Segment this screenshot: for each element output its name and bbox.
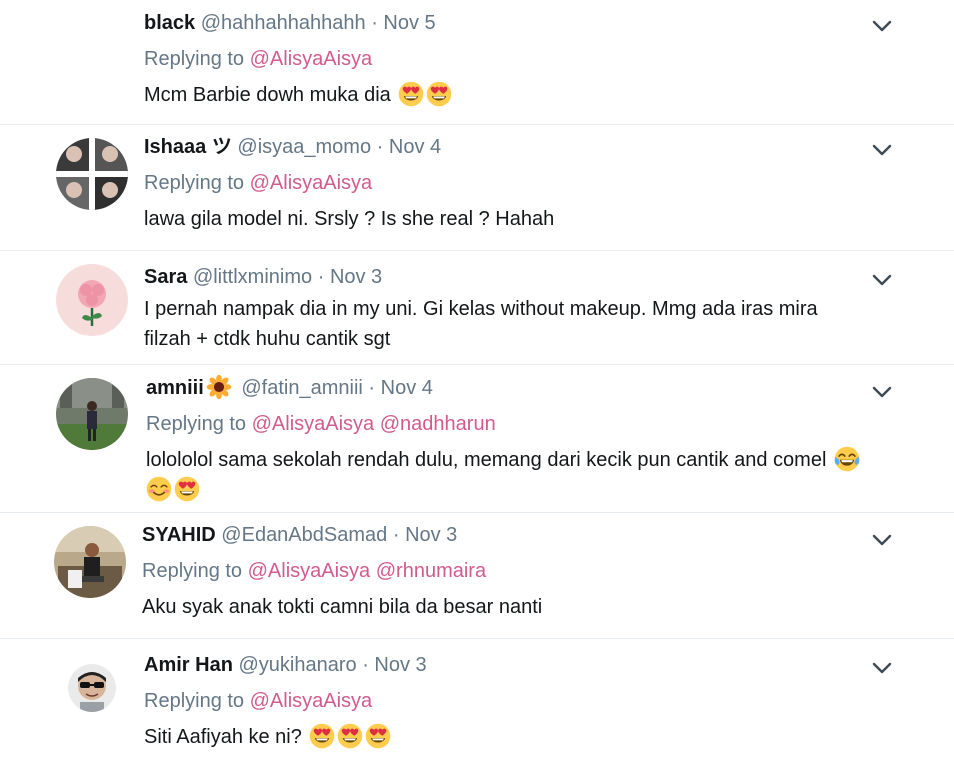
replying-to-label: Replying to	[144, 690, 245, 712]
tweet-date[interactable]: Nov 3	[405, 524, 457, 546]
chevron-down-icon[interactable]	[870, 380, 894, 404]
display-name[interactable]: SYAHID	[142, 524, 216, 546]
replying-to-label: Replying to	[142, 560, 243, 582]
heart-eyes-emoji-icon	[174, 476, 200, 502]
heart-eyes-emoji-icon	[398, 81, 424, 107]
display-name[interactable]: Sara	[144, 266, 187, 288]
display-name[interactable]: Ishaaa ツ	[144, 136, 232, 158]
mention-link[interactable]: @AlisyaAisya	[250, 172, 373, 194]
user-handle[interactable]: @yukihanaro	[238, 654, 356, 676]
tweet-date[interactable]: Nov 3	[330, 266, 382, 288]
smiling-blush-emoji-icon	[146, 476, 172, 502]
display-name[interactable]: black	[144, 12, 195, 34]
user-handle[interactable]: @littlxminimo	[193, 266, 312, 288]
reply-tweet[interactable]: Sara @littlxminimo · Nov 3 I pernah namp…	[0, 250, 954, 365]
separator: ·	[376, 136, 384, 158]
chevron-down-icon[interactable]	[870, 138, 894, 162]
tweet-text-body: Siti Aafiyah ke ni?	[144, 726, 302, 748]
tweet-header: amniii @fatin_amniii · Nov 4	[146, 374, 884, 401]
mention-link[interactable]: @rhnumaira	[376, 560, 486, 582]
heart-eyes-emoji-icon	[426, 81, 452, 107]
tweet-text-body: Mcm Barbie dowh muka dia	[144, 84, 391, 106]
tweet-text: Mcm Barbie dowh muka dia	[144, 80, 884, 110]
tweet-text: lolololol sama sekolah rendah dulu, mema…	[146, 445, 884, 505]
mention-link[interactable]: @AlisyaAisya	[250, 690, 373, 712]
tweet-header: SYAHID @EdanAbdSamad · Nov 3	[142, 522, 884, 548]
replying-to: Replying to @AlisyaAisya @nadhharun	[146, 411, 884, 437]
tears-of-joy-emoji-icon	[834, 446, 860, 472]
mention-link[interactable]: @AlisyaAisya	[248, 560, 371, 582]
replies-feed: black @hahhahhahhahh · Nov 5 Replying to…	[0, 0, 954, 761]
chevron-down-icon[interactable]	[870, 528, 894, 552]
tweet-text: Aku syak anak tokti camni bila da besar …	[142, 596, 543, 618]
reply-tweet[interactable]: black @hahhahhahhahh · Nov 5 Replying to…	[0, 0, 954, 125]
avatar[interactable]	[56, 378, 128, 450]
chevron-down-icon[interactable]	[870, 268, 894, 292]
replying-to: Replying to @AlisyaAisya	[144, 688, 884, 714]
display-name[interactable]: Amir Han	[144, 654, 233, 676]
separator: ·	[392, 524, 400, 546]
tweet-text: Siti Aafiyah ke ni?	[144, 722, 884, 752]
sunflower-emoji-icon	[206, 374, 232, 400]
replying-to: Replying to @AlisyaAisya	[144, 46, 884, 72]
separator: ·	[317, 266, 325, 288]
mention-link[interactable]: @AlisyaAisya	[252, 413, 375, 435]
reply-tweet[interactable]: Ishaaa ツ @isyaa_momo · Nov 4 Replying to…	[0, 124, 954, 251]
separator: ·	[371, 12, 378, 34]
separator: ·	[362, 654, 369, 676]
avatar[interactable]	[56, 264, 128, 336]
tweet-text-line: filzah + ctdk huhu cantik sgt	[144, 328, 391, 350]
tweet-date[interactable]: Nov 3	[374, 654, 426, 676]
tweet-date[interactable]: Nov 5	[383, 12, 435, 34]
replying-to: Replying to @AlisyaAisya @rhnumaira	[142, 558, 884, 584]
tweet-text-line: I pernah nampak dia in my uni. Gi kelas …	[144, 298, 818, 320]
tweet-header: Sara @littlxminimo · Nov 3	[144, 264, 884, 290]
user-handle[interactable]: @isyaa_momo	[237, 136, 371, 158]
tweet-date[interactable]: Nov 4	[381, 377, 433, 399]
chevron-down-icon[interactable]	[870, 656, 894, 680]
replying-to-label: Replying to	[144, 48, 245, 70]
heart-eyes-emoji-icon	[337, 723, 363, 749]
tweet-header: Amir Han @yukihanaro · Nov 3	[144, 652, 884, 678]
heart-eyes-emoji-icon	[365, 723, 391, 749]
tweet-header: Ishaaa ツ @isyaa_momo · Nov 4	[144, 134, 884, 160]
tweet-text-body: lolololol sama sekolah rendah dulu, mema…	[146, 449, 827, 471]
replying-to-label: Replying to	[146, 413, 247, 435]
tweet-text: I pernah nampak dia in my uni. Gi kelas …	[144, 294, 884, 354]
replying-to-label: Replying to	[144, 172, 245, 194]
tweet-date[interactable]: Nov 4	[389, 136, 441, 158]
user-handle[interactable]: @hahhahhahhahh	[201, 12, 366, 34]
tweet-header: black @hahhahhahhahh · Nov 5	[144, 10, 884, 36]
mention-link[interactable]: @nadhharun	[380, 413, 496, 435]
user-handle[interactable]: @EdanAbdSamad	[221, 524, 387, 546]
separator: ·	[368, 377, 376, 399]
mention-link[interactable]: @AlisyaAisya	[250, 48, 373, 70]
chevron-down-icon[interactable]	[870, 14, 894, 38]
reply-tweet[interactable]: Amir Han @yukihanaro · Nov 3 Replying to…	[0, 638, 954, 761]
avatar[interactable]	[56, 138, 128, 210]
heart-eyes-emoji-icon	[309, 723, 335, 749]
replying-to: Replying to @AlisyaAisya	[144, 170, 884, 196]
avatar[interactable]	[54, 526, 126, 598]
display-name[interactable]: amniii	[146, 377, 204, 399]
avatar[interactable]	[68, 664, 116, 712]
reply-tweet[interactable]: SYAHID @EdanAbdSamad · Nov 3 Replying to…	[0, 512, 954, 639]
user-handle[interactable]: @fatin_amniii	[241, 377, 362, 399]
reply-tweet[interactable]: amniii @fatin_amniii · Nov 4 Replying to…	[0, 364, 954, 513]
tweet-text: lawa gila model ni. Srsly ? Is she real …	[144, 208, 555, 230]
